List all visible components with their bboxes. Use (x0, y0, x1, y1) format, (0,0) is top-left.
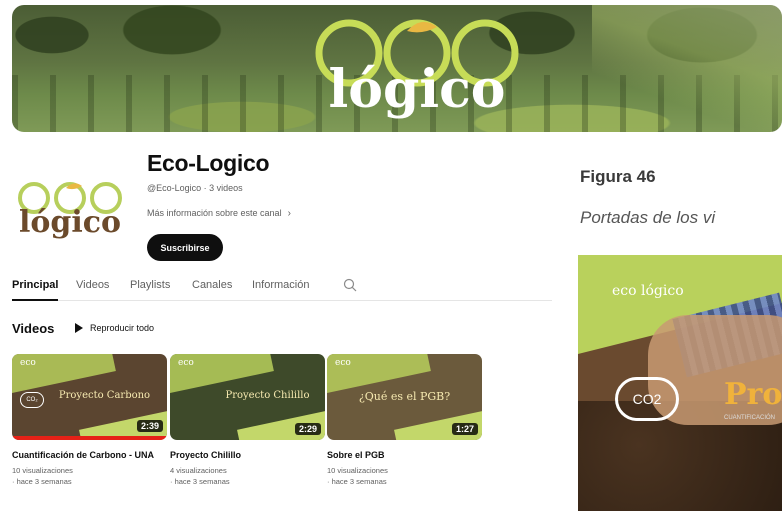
channel-banner: lógico (12, 5, 782, 132)
tab-videos[interactable]: Videos (76, 279, 109, 301)
co2-icon: CO₂ (20, 392, 44, 408)
video-card[interactable]: eco CO₂ Proyecto Carbono 2:39 Cuantifica… (12, 354, 167, 486)
play-all-label: Reproducir todo (90, 323, 155, 333)
channel-name: Eco-Logico (147, 150, 270, 176)
tab-playlists[interactable]: Playlists (130, 279, 170, 301)
figure-caption: Portadas de los vi (580, 208, 716, 227)
thumbnail-logo: eco (178, 358, 194, 368)
channel-tabs: Principal Videos Playlists Canales Infor… (12, 278, 552, 301)
videos-section-title: Videos (12, 321, 55, 336)
chevron-right-icon: › (287, 208, 291, 219)
video-thumbnail[interactable]: eco CO₂ Proyecto Carbono 2:39 (12, 354, 167, 440)
channel-meta: @Eco-Logico · 3 videos (147, 183, 243, 193)
more-info-label: Más información sobre este canal (147, 208, 282, 218)
figure-label: Figura 46 (580, 167, 656, 186)
video-card[interactable]: eco Proyecto Chilillo 2:29 Proyecto Chil… (170, 354, 325, 486)
video-title[interactable]: Proyecto Chilillo (170, 449, 325, 462)
play-all-button[interactable]: Reproducir todo (75, 323, 154, 333)
play-icon (75, 323, 83, 333)
video-thumbnail[interactable]: eco Proyecto Chilillo 2:29 (170, 354, 325, 440)
video-age: · hace 3 semanas (12, 477, 72, 486)
video-title[interactable]: Cuantificación de Carbono - UNA (12, 449, 167, 462)
video-card[interactable]: eco ¿Qué es el PGB? 1:27 Sobre el PGB 10… (327, 354, 482, 486)
figure-poster: eco lógico CO2 Proy CUANTIFICACIÓN (578, 255, 782, 511)
video-duration: 2:29 (294, 423, 321, 435)
poster-logo: eco lógico (612, 283, 684, 299)
video-views: 10 visualizaciones (327, 466, 388, 475)
video-views: 4 visualizaciones (170, 466, 227, 475)
banner-logo: lógico (315, 19, 519, 120)
avatar-logo-text: lógico (19, 205, 121, 240)
video-duration: 1:27 (451, 423, 478, 435)
banner-leaf (592, 5, 782, 132)
thumbnail-logo: eco (20, 358, 36, 368)
video-duration: 2:39 (136, 420, 163, 432)
subscribe-button[interactable]: Suscribirse (147, 234, 223, 261)
video-thumbnail[interactable]: eco ¿Qué es el PGB? 1:27 (327, 354, 482, 440)
poster-title: Proy (724, 377, 782, 412)
watch-progress-bar (12, 436, 167, 440)
more-info-link[interactable]: Más información sobre este canal › (147, 208, 291, 219)
banner-logo-text: lógico (329, 59, 506, 120)
thumbnail-title: Proyecto Carbono (58, 390, 151, 401)
co2-icon: CO2 (615, 377, 679, 421)
channel-avatar[interactable]: lógico (12, 178, 130, 240)
thumbnail-logo: eco (335, 358, 351, 368)
poster-subtitle: CUANTIFICACIÓN (724, 415, 775, 421)
video-title[interactable]: Sobre el PGB (327, 449, 482, 462)
video-age: · hace 3 semanas (327, 477, 387, 486)
tab-principal[interactable]: Principal (12, 279, 59, 301)
thumbnail-title: Proyecto Chilillo (225, 390, 310, 401)
search-icon[interactable] (343, 278, 357, 292)
video-age: · hace 3 semanas (170, 477, 230, 486)
video-views: 10 visualizaciones (12, 466, 73, 475)
tab-informacion[interactable]: Información (252, 279, 309, 301)
tab-canales[interactable]: Canales (192, 279, 232, 301)
thumbnail-title: ¿Qué es el PGB? (358, 390, 451, 403)
